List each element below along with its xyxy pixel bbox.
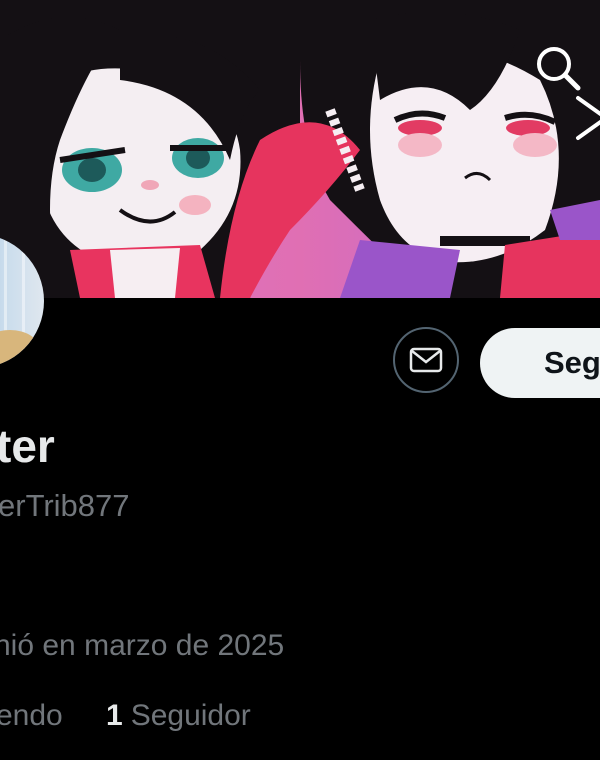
followers-label: Seguidor	[130, 699, 251, 732]
follow-button[interactable]: Seg	[480, 328, 600, 398]
profile-page: Seg ter erTrib877 nió en marzo de 2025 e…	[0, 0, 600, 760]
display-name: ter	[0, 420, 55, 472]
more-button[interactable]	[572, 88, 600, 148]
banner-artwork	[0, 0, 600, 298]
user-handle: erTrib877	[0, 488, 130, 523]
joined-date: nió en marzo de 2025	[0, 629, 285, 662]
message-button[interactable]	[393, 327, 459, 393]
mail-icon	[409, 347, 443, 373]
search-icon	[537, 47, 581, 91]
followers-count: 1	[106, 699, 123, 732]
more-icon	[576, 96, 600, 140]
search-button[interactable]	[532, 42, 584, 94]
header-banner[interactable]	[0, 0, 600, 298]
following-link[interactable]: endo	[0, 696, 63, 736]
followers-link[interactable]: 1 Seguidor	[106, 696, 251, 736]
